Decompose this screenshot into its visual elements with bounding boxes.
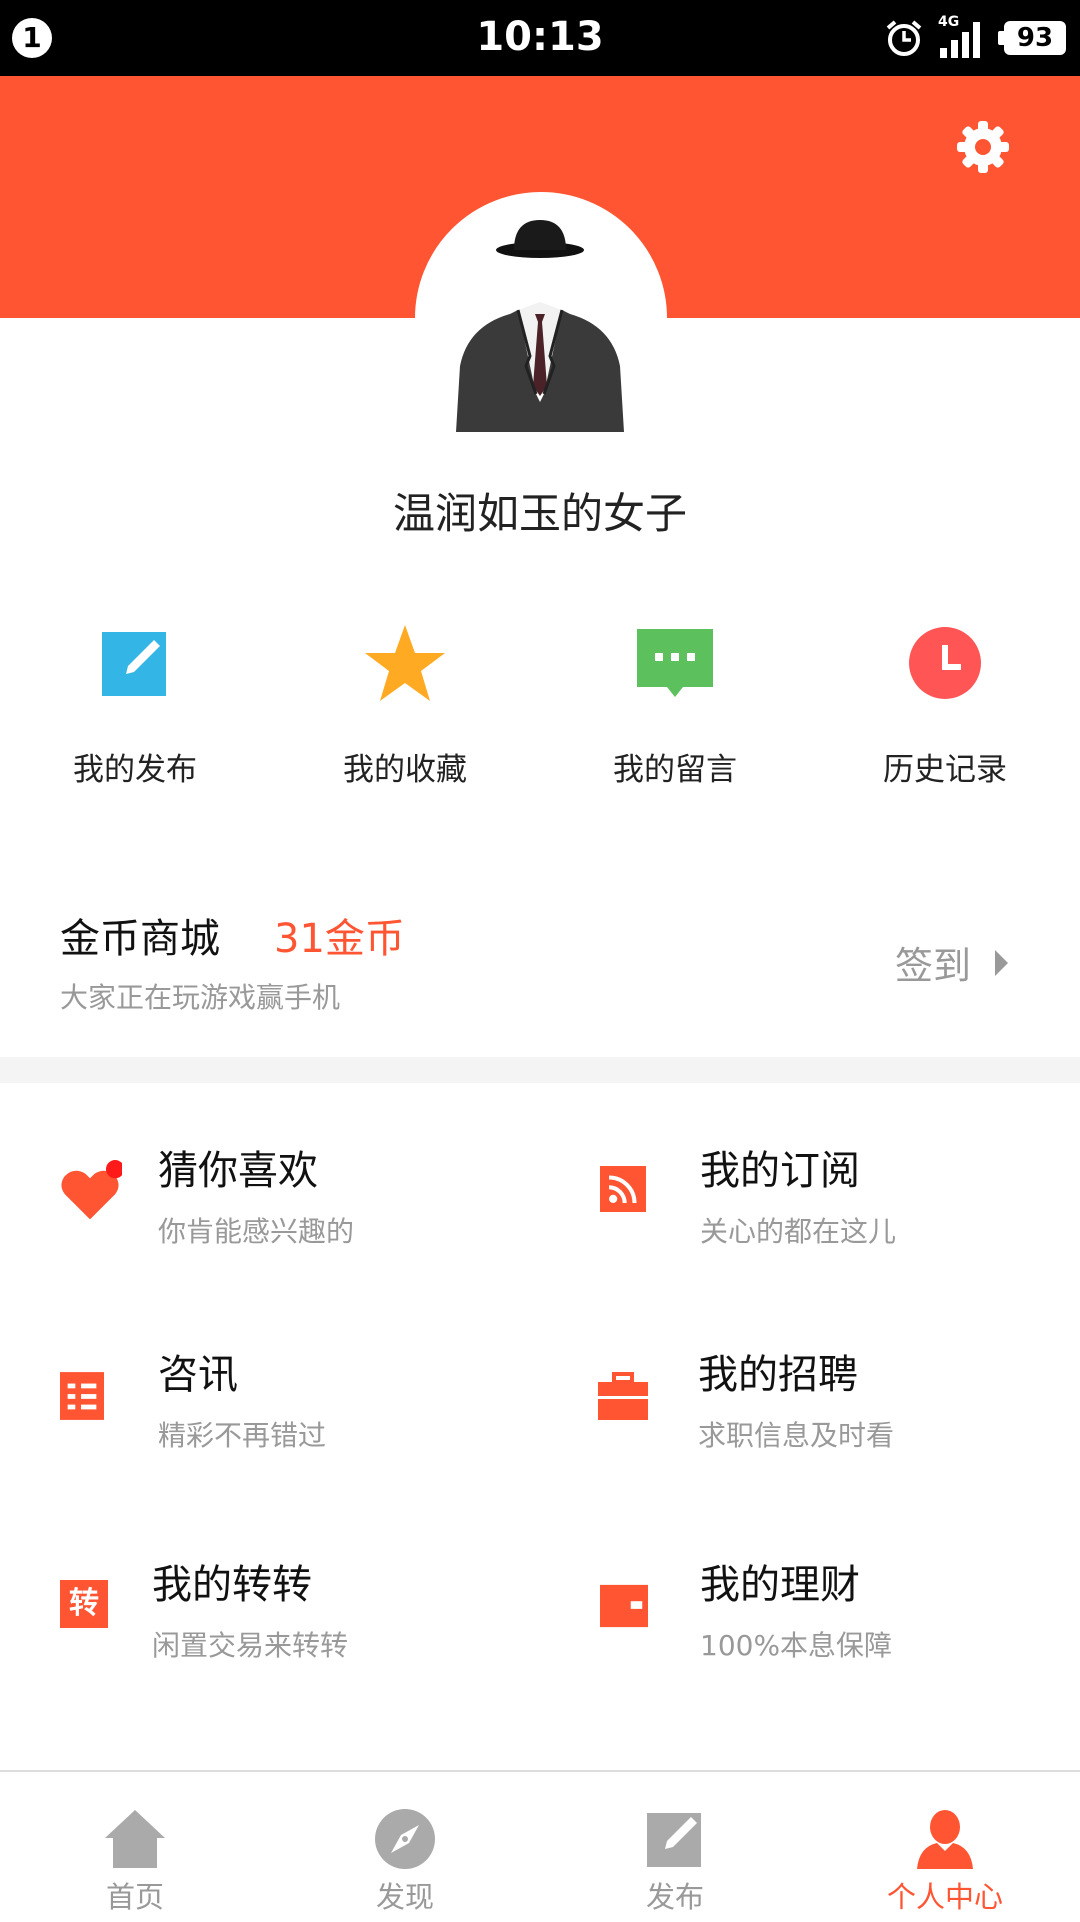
- bottom-nav: 首页 发现 发布 个人中心: [0, 1770, 1080, 1922]
- nav-profile[interactable]: 个人中心: [810, 1772, 1080, 1922]
- menu-subtitle: 你肯能感兴趣的: [158, 1215, 355, 1248]
- briefcase-icon: [598, 1372, 648, 1420]
- person-icon: [917, 1810, 973, 1869]
- my-favorites-button[interactable]: 我的收藏: [270, 620, 540, 790]
- signal-icon: 4G: [938, 14, 990, 58]
- menu-subtitle: 关心的都在这儿: [700, 1215, 897, 1248]
- history-button[interactable]: 历史记录: [810, 620, 1080, 790]
- my-posts-label: 我的发布: [73, 752, 197, 788]
- star-icon: [365, 625, 445, 701]
- message-icon: [637, 629, 713, 697]
- history-label: 历史记录: [883, 752, 1007, 788]
- menu-title: 咨讯: [158, 1352, 238, 1398]
- coin-mall-subtitle: 大家正在玩游戏赢手机: [60, 981, 341, 1014]
- menu-item-finance[interactable]: 我的理财 100%本息保障: [600, 1552, 1080, 1692]
- menu-subtitle: 闲置交易来转转: [152, 1629, 349, 1662]
- nav-home-label: 首页: [105, 1880, 164, 1914]
- news-icon: [60, 1372, 104, 1420]
- menu-title: 猜你喜欢: [158, 1148, 318, 1194]
- heart-icon: [61, 1160, 122, 1220]
- username: 温润如玉的女子: [392, 489, 687, 538]
- compass-icon: [375, 1809, 435, 1869]
- status-bar: 1 10:13 4G 93: [0, 0, 1080, 76]
- avatar-image: [456, 220, 624, 432]
- edit-icon: [102, 632, 166, 696]
- signin-button[interactable]: 签到: [895, 935, 1008, 990]
- gear-icon[interactable]: [956, 120, 1010, 174]
- clock-icon: [909, 627, 981, 699]
- menu-item-recruitment[interactable]: 我的招聘 求职信息及时看: [598, 1342, 1080, 1482]
- nav-profile-label: 个人中心: [886, 1880, 1003, 1914]
- nav-discover[interactable]: 发现: [270, 1772, 540, 1922]
- section-divider: [0, 1057, 1080, 1083]
- menu-item-subscriptions[interactable]: 我的订阅 关心的都在这儿: [600, 1138, 1080, 1278]
- signin-label: 签到: [894, 944, 971, 988]
- menu-item-recommend[interactable]: 猜你喜欢 你肯能感兴趣的: [58, 1138, 578, 1278]
- nav-discover-label: 发现: [375, 1880, 434, 1914]
- coin-mall-title[interactable]: 金币商城: [60, 906, 220, 964]
- menu-title: 我的订阅: [700, 1148, 860, 1194]
- menu-subtitle: 求职信息及时看: [698, 1419, 895, 1452]
- menu-title: 我的理财: [700, 1562, 860, 1608]
- menu-title: 我的招聘: [698, 1352, 858, 1398]
- menu-item-news[interactable]: 咨讯 精彩不再错过: [60, 1342, 580, 1482]
- alarm-icon: [886, 20, 922, 56]
- zhuan-icon: 转: [60, 1580, 108, 1628]
- my-posts-button[interactable]: 我的发布: [0, 620, 270, 790]
- home-icon: [105, 1810, 165, 1868]
- battery-indicator: 93: [998, 21, 1066, 55]
- wallet-icon: [600, 1584, 648, 1628]
- my-messages-button[interactable]: 我的留言: [540, 620, 810, 790]
- my-messages-label: 我的留言: [613, 752, 737, 788]
- coin-balance: 31金币: [274, 916, 405, 962]
- nav-home[interactable]: 首页: [0, 1772, 270, 1922]
- menu-subtitle: 100%本息保障: [700, 1629, 893, 1662]
- nav-publish[interactable]: 发布: [540, 1772, 810, 1922]
- menu-title: 我的转转: [152, 1562, 312, 1608]
- nav-publish-label: 发布: [645, 1880, 704, 1914]
- menu-item-zhuanzhuan[interactable]: 转 我的转转 闲置交易来转转: [60, 1552, 580, 1692]
- my-favorites-label: 我的收藏: [343, 752, 467, 788]
- rss-icon: [600, 1166, 646, 1212]
- chevron-right-icon: [995, 949, 1008, 976]
- publish-icon: [647, 1813, 701, 1867]
- menu-subtitle: 精彩不再错过: [158, 1419, 327, 1452]
